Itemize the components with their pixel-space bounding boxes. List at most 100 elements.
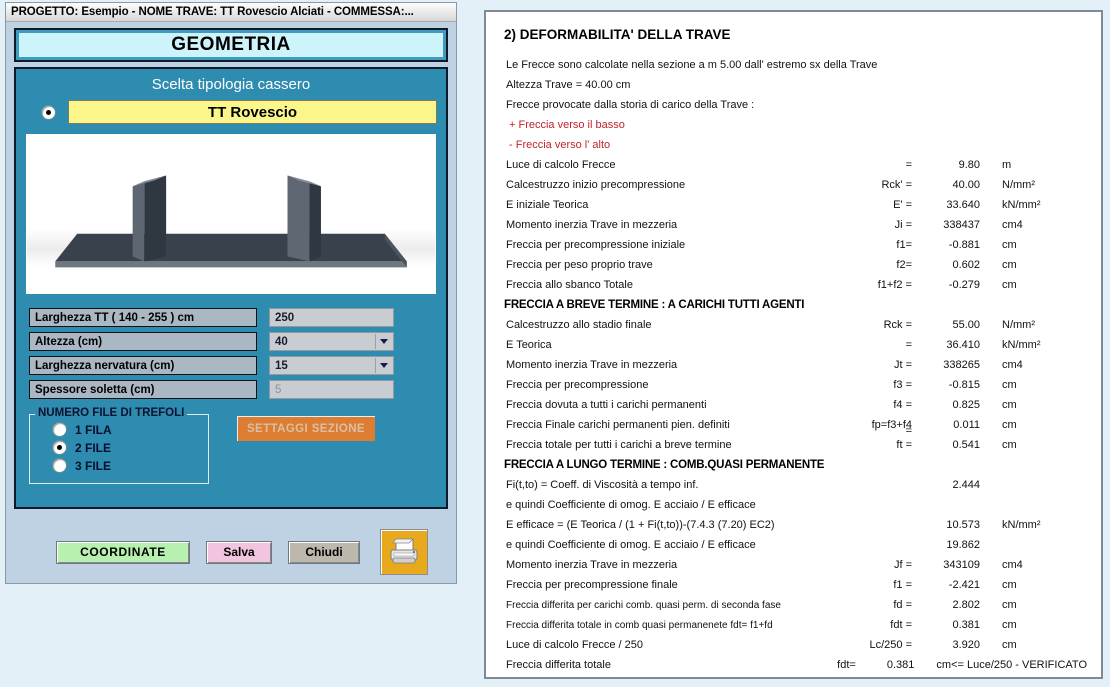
report-row-description: Calcestruzzo inizio precompressione <box>506 179 686 191</box>
radio-1-fila-label: 1 FILA <box>75 422 112 437</box>
report-row-symbol: Lc/250 = <box>869 639 912 651</box>
report-row-symbol: f3 = <box>893 379 912 391</box>
report-row-description: Luce di calcolo Frecce <box>506 159 616 171</box>
report-row-symbol: Rck = <box>883 319 912 331</box>
report-row-description: e quindi Coefficiente di omog. E acciaio… <box>506 499 756 511</box>
radio-1-fila[interactable] <box>52 422 67 437</box>
report-row-unit: cm <box>1002 399 1017 411</box>
report-row-symbol: fp=f3+f4 <box>871 419 912 431</box>
radio-2-file[interactable] <box>52 440 67 455</box>
report-row-value: 0.825 <box>952 399 980 411</box>
report-row: Calcestruzzo inizio precompressione Rck' … <box>500 175 1087 195</box>
report-row-unit: cm <box>1002 239 1017 251</box>
report-row: E iniziale Teorica E' = 33.640 kN/mm² <box>500 195 1087 215</box>
report-row-symbol: Jt = <box>893 359 912 371</box>
field-row-spessore-soletta: Spessore soletta (cm) 5 <box>29 380 433 399</box>
report-row-symbol: Rck' = <box>881 179 912 191</box>
report-row-symbol-overline: = <box>905 425 912 437</box>
report-section-heading: FRECCIA A BREVE TERMINE : A CARICHI TUTT… <box>504 299 805 311</box>
chiudi-button[interactable]: Chiudi <box>288 540 360 564</box>
report-intro: Le Frecce sono calcolate nella sezione a… <box>500 55 1087 155</box>
report-row-unit: kN/mm² <box>1002 519 1041 531</box>
tipologia-caption: Scelta tipologia cassero <box>151 76 311 93</box>
report-row: e quindi Coefficiente di omog. E acciaio… <box>500 495 1087 515</box>
report-row: Luce di calcolo Frecce / 250 Lc/250 = 3.92… <box>500 635 1087 655</box>
report-row-unit: cm <box>1002 579 1017 591</box>
report-row-description: Freccia per precompressione <box>506 379 649 391</box>
report-row: Freccia per peso proprio trave f2= 0.602 cm <box>500 255 1087 275</box>
report-row-unit: cm <box>1002 419 1017 431</box>
report-row-symbol: = <box>905 159 912 171</box>
report-row-value: 33.640 <box>946 199 980 211</box>
tipologia-selected-value[interactable]: TT Rovescio <box>68 100 437 124</box>
report-row-unit: cm <box>1002 619 1017 631</box>
report-row-symbol: Ji = <box>894 219 912 231</box>
select-altezza[interactable]: 40 <box>269 332 394 351</box>
input-larghezza-tt[interactable]: 250 <box>269 308 394 327</box>
report-row-unit: N/mm² <box>1002 179 1035 191</box>
window-titlebar: PROGETTO: Esempio - NOME TRAVE: TT Roves… <box>6 3 456 22</box>
report-row-description: Freccia dovuta a tutti i carichi permane… <box>506 399 707 411</box>
report-row-value: 3.920 <box>952 639 980 651</box>
report-row-unit: cm4 <box>1002 559 1023 571</box>
report-row-symbol: fdt= <box>837 659 856 671</box>
radio-item-3-file[interactable]: 3 FILE <box>52 458 198 473</box>
radio-2-file-label: 2 FILE <box>75 440 112 455</box>
report-row: E efficace = (E Teorica / (1 + Fi(t,to))… <box>500 515 1087 535</box>
report-row-description: Momento inerzia Trave in mezzeria <box>506 219 678 231</box>
tt-rovescio-shape <box>27 175 435 268</box>
radio-tt-rovescio[interactable] <box>41 104 56 120</box>
radio-3-file[interactable] <box>52 458 67 473</box>
geometria-window-body: GEOMETRIA Scelta tipologia cassero TT Ro… <box>6 22 456 583</box>
report-row-value: 40.00 <box>952 179 980 191</box>
report-row-value: 0.381 <box>952 619 980 631</box>
deformabilita-report-panel: 2) DEFORMABILITA' DELLA TRAVE Le Frecce … <box>484 10 1103 679</box>
report-title: 2) DEFORMABILITA' DELLA TRAVE <box>504 27 731 42</box>
report-row-unit: cm <box>1002 439 1017 451</box>
beam-section-illustration <box>26 134 436 294</box>
report-row: Freccia differita totale fdt= 0.381 cm<= Lu… <box>500 655 1087 675</box>
report-row-description: Momento inerzia Trave in mezzeria <box>506 359 678 371</box>
radio-item-1-fila[interactable]: 1 FILA <box>52 422 198 437</box>
numero-file-trefoli-group: NUMERO FILE DI TREFOLI 1 FILA 2 FILE 3 F… <box>29 407 209 484</box>
report-row-description: Momento inerzia Trave in mezzeria <box>506 559 678 571</box>
report-row-description: Fi(t,to) = Coeff. di Viscosità a tempo i… <box>506 479 699 491</box>
report-row-unit: N/mm² <box>1002 319 1035 331</box>
report-row-value: 0.541 <box>952 439 980 451</box>
label-altezza: Altezza (cm) <box>29 332 257 351</box>
report-row-symbol-text: ft = <box>896 439 912 451</box>
report-row-description: Freccia differita totale <box>506 659 611 671</box>
report-row-value: 0.602 <box>952 259 980 271</box>
field-row-altezza: Altezza (cm) 40 <box>29 332 433 351</box>
chevron-down-icon[interactable] <box>375 334 392 349</box>
report-row: Freccia dovuta a tutti i carichi permane… <box>500 395 1087 415</box>
report-row-description: Calcestruzzo allo stadio finale <box>506 319 652 331</box>
report-row-description: Freccia Finale carichi permanenti pien. … <box>506 419 730 431</box>
report-row-value: 338265 <box>943 359 980 371</box>
tipologia-choice-row[interactable]: TT Rovescio <box>25 100 437 124</box>
select-larghezza-nervatura[interactable]: 15 <box>269 356 394 375</box>
report-row: Freccia differita totale in comb quasi p… <box>500 615 1087 635</box>
field-row-larghezza-tt: Larghezza TT ( 140 - 255 ) cm 250 <box>29 308 433 327</box>
settaggi-sezione-button[interactable]: SETTAGGI SEZIONE <box>237 416 375 441</box>
report-row-symbol: E' = <box>893 199 912 211</box>
select-altezza-value: 40 <box>275 335 288 348</box>
geometria-window: PROGETTO: Esempio - NOME TRAVE: TT Roves… <box>5 2 457 584</box>
radio-item-2-file[interactable]: 2 FILE <box>52 440 198 455</box>
geometria-header-inner: GEOMETRIA <box>19 33 443 57</box>
report-row-description: Luce di calcolo Frecce / 250 <box>506 639 643 651</box>
report-row: Momento inerzia Trave in mezzeria Jt = 338… <box>500 355 1087 375</box>
report-row-value: 9.80 <box>958 159 980 171</box>
report-row: Freccia differita per carichi comb. quas… <box>500 595 1087 615</box>
report-row: Fi(t,to) = Coeff. di Viscosità a tempo i… <box>500 475 1087 495</box>
report-row-description: Freccia per peso proprio trave <box>506 259 653 271</box>
window-button-bar: COORDINATE Salva Chiudi <box>14 529 448 575</box>
report-section-heading: FRECCIA A LUNGO TERMINE : COMB.QUASI PER… <box>504 459 825 471</box>
salva-button[interactable]: Salva <box>206 540 272 564</box>
report-row-description: Freccia per precompressione finale <box>506 579 678 591</box>
report-row-symbol: f2= <box>896 259 912 271</box>
report-body: Luce di calcolo Frecce = 9.80 m Calcestruzzo… <box>500 155 1087 675</box>
chevron-down-icon[interactable] <box>375 358 392 373</box>
coordinate-button[interactable]: COORDINATE <box>56 540 190 564</box>
print-button[interactable] <box>380 529 428 575</box>
